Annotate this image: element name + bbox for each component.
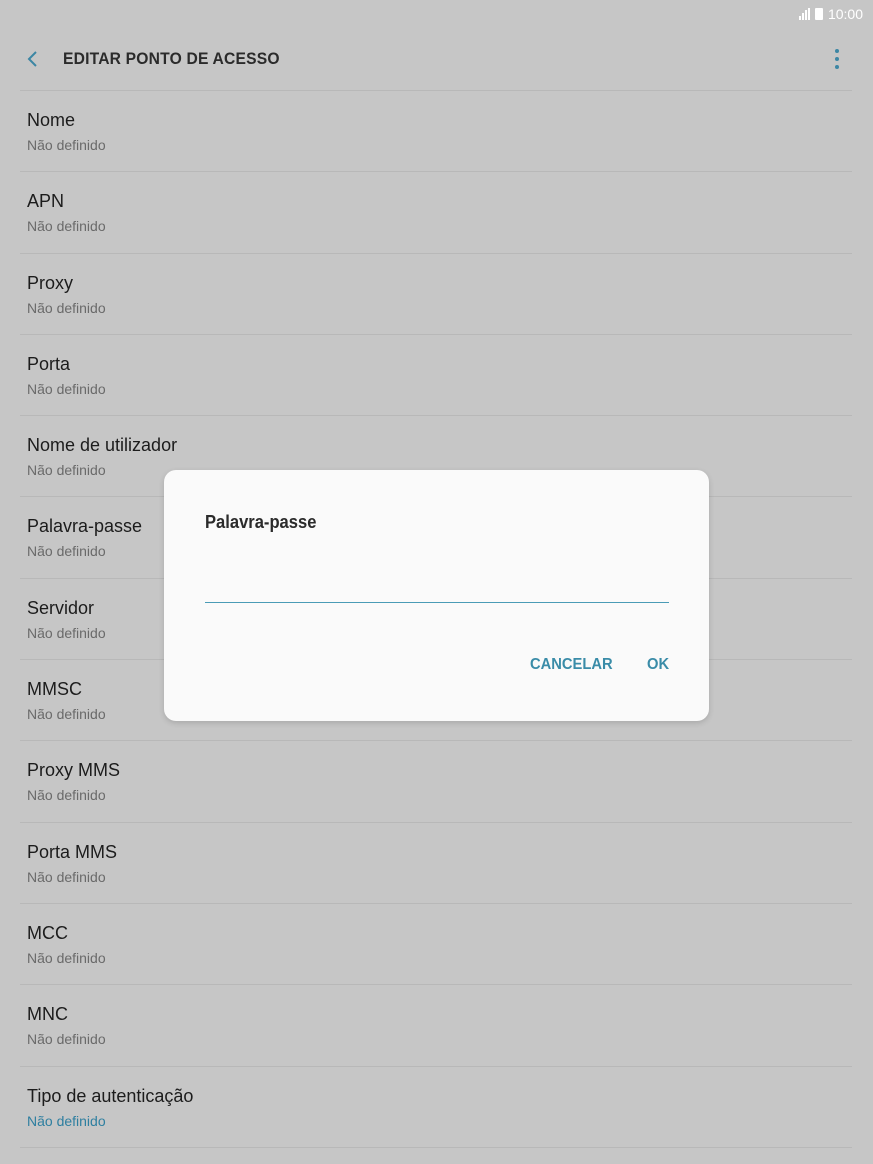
dialog-title: Palavra-passe (205, 512, 317, 532)
setting-value: Não definido (27, 868, 106, 885)
setting-title: Proxy (27, 272, 74, 293)
setting-value: Não definido (27, 218, 106, 235)
setting-value: Não definido (27, 1031, 106, 1048)
setting-title: APN (27, 191, 65, 212)
page-title: EDITAR PONTO DE ACESSO (63, 49, 280, 68)
setting-item-tipo-autenticacao[interactable]: Tipo de autenticação Não definido (20, 1067, 852, 1148)
setting-title: MMSC (27, 679, 82, 700)
setting-value: Não definido (27, 380, 106, 397)
setting-title: Porta MMS (27, 841, 118, 862)
setting-item-proxy[interactable]: Proxy Não definido (20, 254, 852, 335)
setting-item-mcc[interactable]: MCC Não definido (20, 904, 852, 986)
cancel-button[interactable]: CANCELAR (530, 656, 613, 674)
setting-value: Não definido (27, 299, 106, 316)
setting-title: Servidor (27, 597, 95, 618)
setting-title: Tipo de autenticação (27, 1085, 194, 1106)
setting-title: Porta (27, 353, 71, 374)
app-bar: EDITAR PONTO DE ACESSO (0, 28, 873, 90)
setting-title: Palavra-passe (27, 516, 143, 537)
setting-item-porta[interactable]: Porta Não definido (20, 335, 852, 417)
setting-value: Não definido (27, 787, 106, 804)
status-time: 10:00 (827, 6, 863, 22)
battery-icon (814, 8, 823, 20)
setting-item-proxy-mms[interactable]: Proxy MMS Não definido (20, 741, 852, 823)
setting-value: Não definido (27, 137, 106, 153)
setting-value: Não definido (27, 462, 106, 479)
setting-title: Nome de utilizador (27, 435, 178, 456)
setting-value: Não definido (27, 543, 106, 560)
setting-item-nome[interactable]: Nome Não definido (20, 91, 852, 173)
setting-item-porta-mms[interactable]: Porta MMS Não definido (20, 823, 852, 904)
setting-title: Proxy MMS (27, 760, 121, 781)
password-dialog: Palavra-passe CANCELAR OK (164, 470, 709, 721)
setting-title: Nome (27, 110, 76, 130)
ok-button[interactable]: OK (647, 656, 669, 674)
setting-title: MCC (27, 922, 68, 943)
setting-title: MNC (27, 1004, 68, 1025)
status-bar: 10:00 (0, 0, 873, 28)
setting-item-apn[interactable]: APN Não definido (20, 172, 852, 254)
setting-value: Não definido (27, 706, 106, 723)
password-input[interactable] (205, 570, 669, 603)
setting-value: Não definido (27, 624, 106, 641)
setting-item-mnc[interactable]: MNC Não definido (20, 985, 852, 1067)
setting-value: Não definido (27, 949, 106, 966)
signal-icon (798, 8, 810, 20)
more-options-icon[interactable] (828, 48, 846, 70)
back-arrow-icon[interactable] (24, 50, 42, 68)
setting-value: Não definido (27, 1112, 106, 1129)
